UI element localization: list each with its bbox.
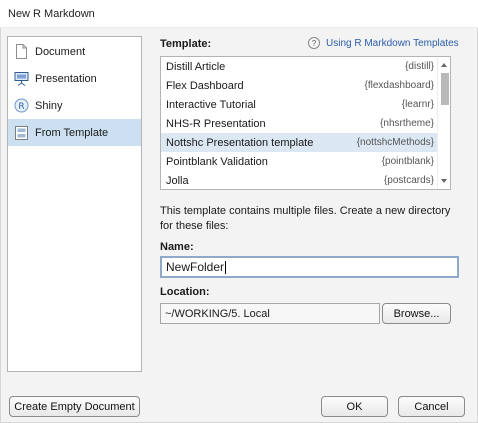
location-field[interactable]: ~/WORKING/5. Local (160, 303, 380, 324)
browse-button[interactable]: Browse... (382, 303, 451, 324)
scrollbar-thumb[interactable] (441, 73, 449, 105)
shiny-icon: R (14, 98, 29, 113)
format-sidebar: Document Presentation R Shiny From Templ… (7, 36, 142, 372)
location-label: Location: (160, 286, 210, 298)
template-name: Flex Dashboard (166, 79, 244, 92)
template-list-scrollbar[interactable] (437, 57, 450, 189)
cancel-button[interactable]: Cancel (398, 396, 465, 417)
template-list[interactable]: Distill Article {distill} Flex Dashboard… (160, 56, 451, 190)
question-icon: ? (308, 37, 320, 49)
ok-button[interactable]: OK (321, 396, 388, 417)
document-icon (14, 44, 29, 59)
template-package: {distill} (405, 61, 434, 72)
name-field-value: NewFolder (166, 260, 225, 274)
sidebar-item-label: Shiny (35, 99, 63, 112)
template-package: {learnr} (401, 99, 434, 110)
title-bar: New R Markdown (0, 0, 478, 28)
template-row-selected[interactable]: Nottshc Presentation template {nottshcMe… (161, 133, 438, 152)
template-package: {postcards} (383, 175, 434, 186)
template-row[interactable]: Interactive Tutorial {learnr} (161, 95, 438, 114)
sidebar-item-shiny[interactable]: R Shiny (8, 92, 141, 119)
new-rmarkdown-dialog: Document Presentation R Shiny From Templ… (0, 28, 478, 423)
sidebar-item-label: From Template (35, 126, 109, 139)
template-label: Template: (160, 38, 212, 50)
svg-text:R: R (18, 102, 24, 112)
template-name: Jolla (166, 174, 189, 187)
help-link[interactable]: ? Using R Markdown Templates (308, 37, 459, 49)
template-name: NHS-R Presentation (166, 117, 266, 130)
name-field[interactable]: NewFolder (160, 256, 459, 278)
window-title: New R Markdown (8, 8, 95, 20)
info-text-line1: This template contains multiple files. C… (160, 205, 451, 217)
scroll-down-icon[interactable] (441, 179, 447, 183)
template-row[interactable]: Jolla {postcards} (161, 171, 438, 189)
create-empty-document-button[interactable]: Create Empty Document (9, 396, 140, 417)
sidebar-item-label: Presentation (35, 72, 97, 85)
name-label: Name: (160, 241, 194, 253)
template-row[interactable]: Distill Article {distill} (161, 57, 438, 76)
sidebar-item-from-template[interactable]: From Template (8, 119, 141, 146)
sidebar-item-label: Document (35, 45, 86, 58)
location-field-value: ~/WORKING/5. Local (165, 307, 270, 320)
template-name: Pointblank Validation (166, 155, 268, 168)
scroll-up-icon[interactable] (441, 63, 447, 67)
sidebar-item-document[interactable]: Document (8, 38, 141, 65)
info-text-line2: for these files: (160, 220, 229, 232)
template-package: {nottshcMethods} (356, 137, 434, 148)
template-package: {pointblank} (381, 156, 434, 167)
presentation-icon (14, 71, 29, 86)
template-name: Distill Article (166, 60, 226, 73)
template-package: {nhsrtheme} (380, 118, 434, 129)
sidebar-item-presentation[interactable]: Presentation (8, 65, 141, 92)
template-name: Interactive Tutorial (166, 98, 256, 111)
template-icon (14, 125, 29, 140)
template-row[interactable]: Flex Dashboard {flexdashboard} (161, 76, 438, 95)
template-row[interactable]: Pointblank Validation {pointblank} (161, 152, 438, 171)
template-row[interactable]: NHS-R Presentation {nhsrtheme} (161, 114, 438, 133)
template-package: {flexdashboard} (364, 80, 434, 91)
help-link-text[interactable]: Using R Markdown Templates (326, 38, 459, 49)
template-name: Nottshc Presentation template (166, 136, 314, 149)
text-caret (225, 260, 227, 274)
